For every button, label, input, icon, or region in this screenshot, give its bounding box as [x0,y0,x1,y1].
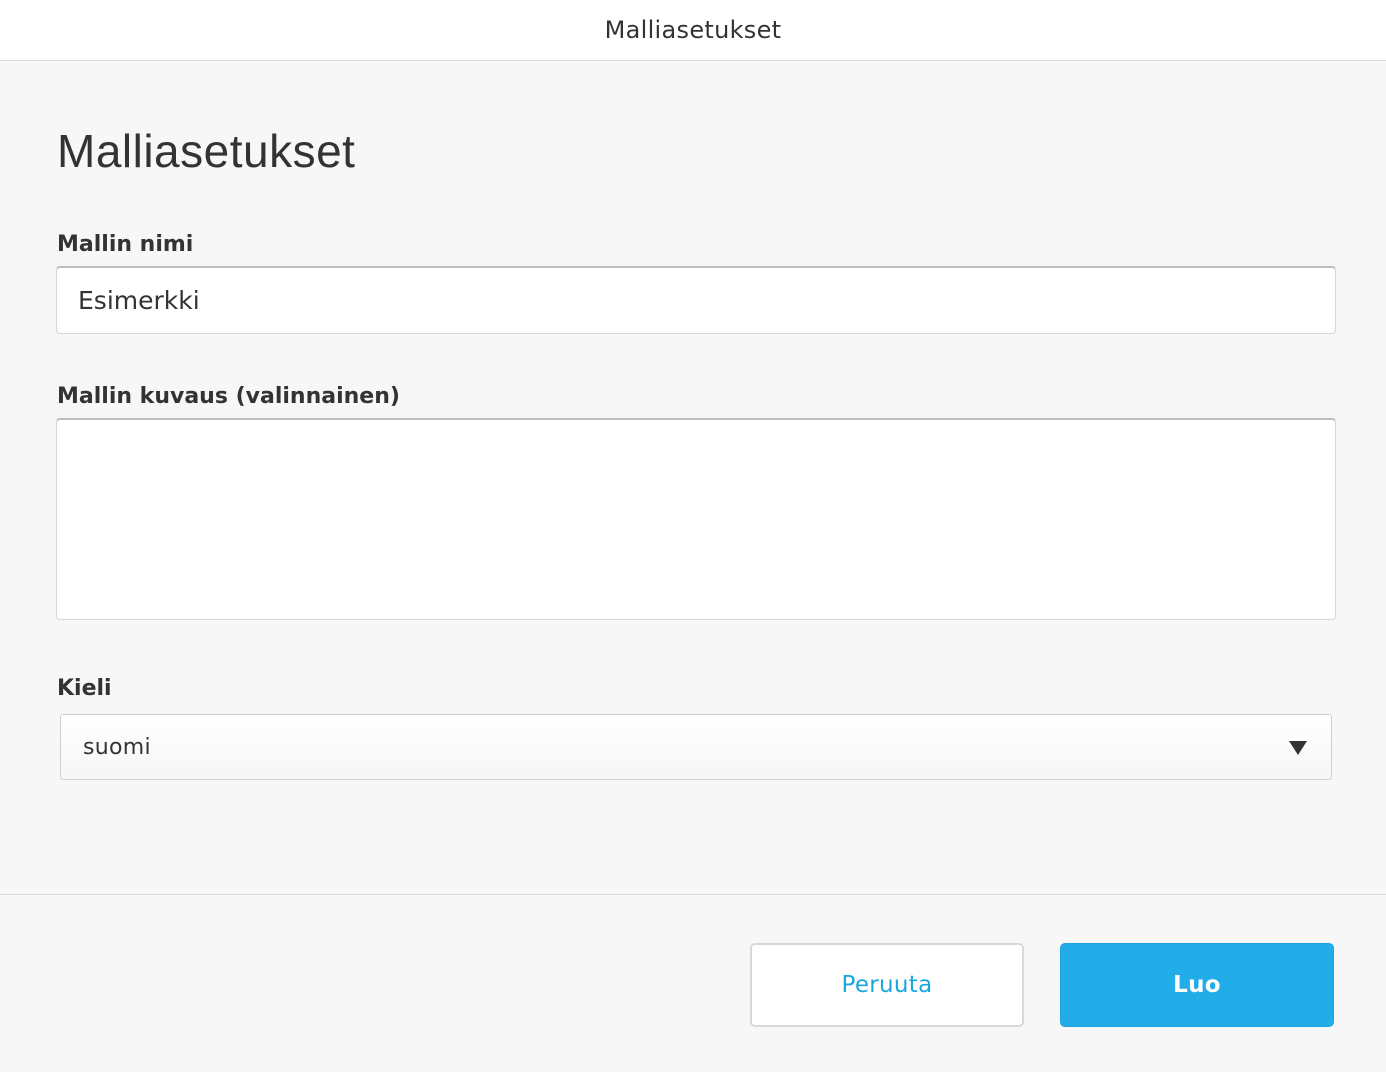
dialog-footer: Peruuta Luo [0,894,1386,1072]
language-label: Kieli [57,676,112,701]
create-button[interactable]: Luo [1060,943,1334,1027]
form-content: Malliasetukset Mallin nimi Mallin kuvaus… [0,62,1386,894]
page-title: Malliasetukset [57,125,356,177]
language-select[interactable]: suomi [60,714,1332,780]
window-titlebar: Malliasetukset [0,0,1386,61]
window-title: Malliasetukset [604,16,782,44]
language-select-value: suomi [83,734,151,760]
template-description-label: Mallin kuvaus (valinnainen) [57,384,400,409]
cancel-button[interactable]: Peruuta [750,943,1024,1027]
template-name-input[interactable] [56,266,1336,334]
template-name-label: Mallin nimi [57,232,194,257]
triangle-down-icon [1289,741,1307,755]
template-description-textarea[interactable] [56,418,1336,620]
